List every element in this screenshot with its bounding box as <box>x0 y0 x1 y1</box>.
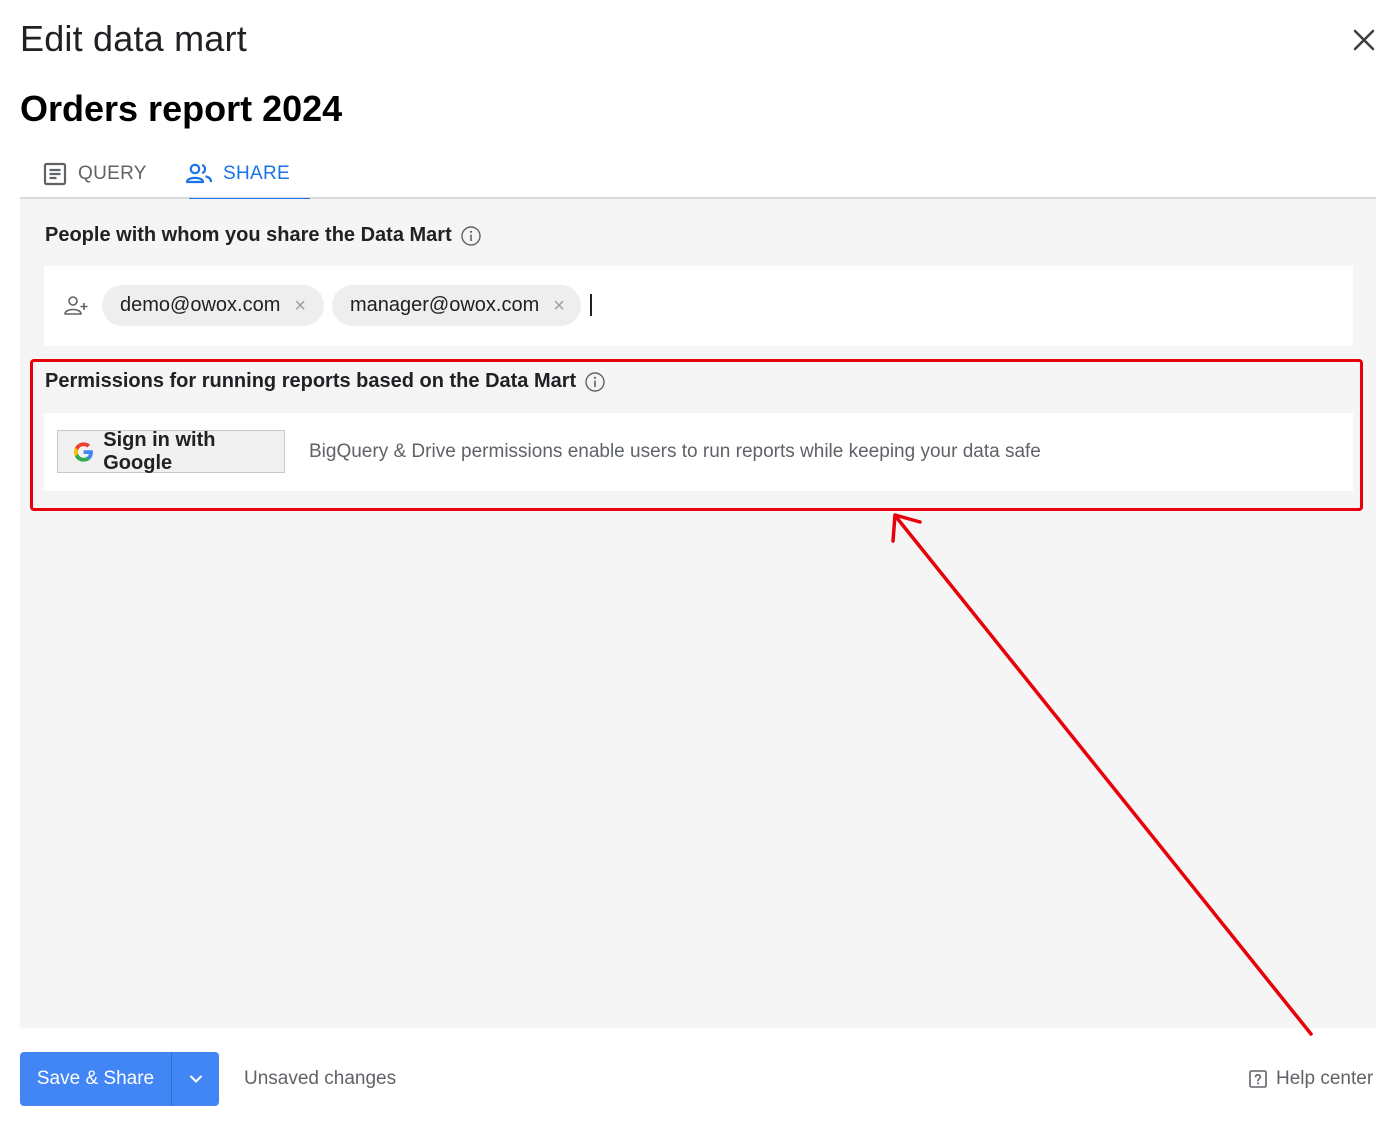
text-cursor <box>590 294 592 316</box>
permissions-section-label: Permissions for running reports based on… <box>45 370 606 393</box>
unsaved-status: Unsaved changes <box>244 1068 397 1089</box>
google-button-label: Sign in with Google <box>103 428 216 474</box>
recipient-chip[interactable]: manager@owox.com × <box>332 285 581 326</box>
recipient-email: demo@owox.com <box>120 294 281 316</box>
sign-in-with-google-button[interactable]: Sign in with Google <box>57 428 285 474</box>
people-input[interactable]: demo@owox.com × manager@owox.com × <box>44 266 1353 346</box>
people-section-label: People with whom you share the Data Mart <box>45 224 482 247</box>
tab-query-label: QUERY <box>78 162 147 184</box>
tab-bar: QUERY SHARE <box>20 148 1376 201</box>
report-title: Orders report 2024 <box>20 88 343 129</box>
help-center-link[interactable]: Help center <box>1248 1068 1373 1090</box>
recipient-email: manager@owox.com <box>350 294 540 316</box>
dialog-title: Edit data mart <box>20 18 247 59</box>
document-icon <box>43 162 67 185</box>
tab-share[interactable]: SHARE <box>185 148 310 201</box>
permissions-description: BigQuery & Drive permissions enable user… <box>309 441 1041 462</box>
permissions-box: Sign in with Google BigQuery & Drive per… <box>44 413 1353 491</box>
google-icon <box>73 441 93 462</box>
close-button[interactable] <box>1348 24 1380 56</box>
remove-chip-icon[interactable]: × <box>553 296 565 316</box>
save-share-split-button: Save & Share <box>20 1052 219 1106</box>
people-label-text: People with whom you share the Data Mart <box>45 224 452 246</box>
people-icon <box>185 163 213 183</box>
tab-share-label: SHARE <box>223 162 290 184</box>
remove-chip-icon[interactable]: × <box>294 296 306 316</box>
help-icon <box>1249 1070 1267 1088</box>
share-panel: People with whom you share the Data Mart… <box>20 199 1376 1028</box>
info-icon[interactable] <box>460 225 482 247</box>
help-center-label: Help center <box>1276 1068 1374 1089</box>
close-icon <box>1353 29 1375 51</box>
chevron-down-icon <box>189 1075 202 1083</box>
add-person-icon <box>64 296 88 315</box>
tab-query[interactable]: QUERY <box>42 148 147 199</box>
save-share-button[interactable]: Save & Share <box>20 1052 171 1106</box>
info-icon[interactable] <box>584 371 606 393</box>
save-options-dropdown[interactable] <box>171 1052 219 1106</box>
permissions-label-text: Permissions for running reports based on… <box>45 370 577 392</box>
recipient-chip[interactable]: demo@owox.com × <box>102 285 324 326</box>
